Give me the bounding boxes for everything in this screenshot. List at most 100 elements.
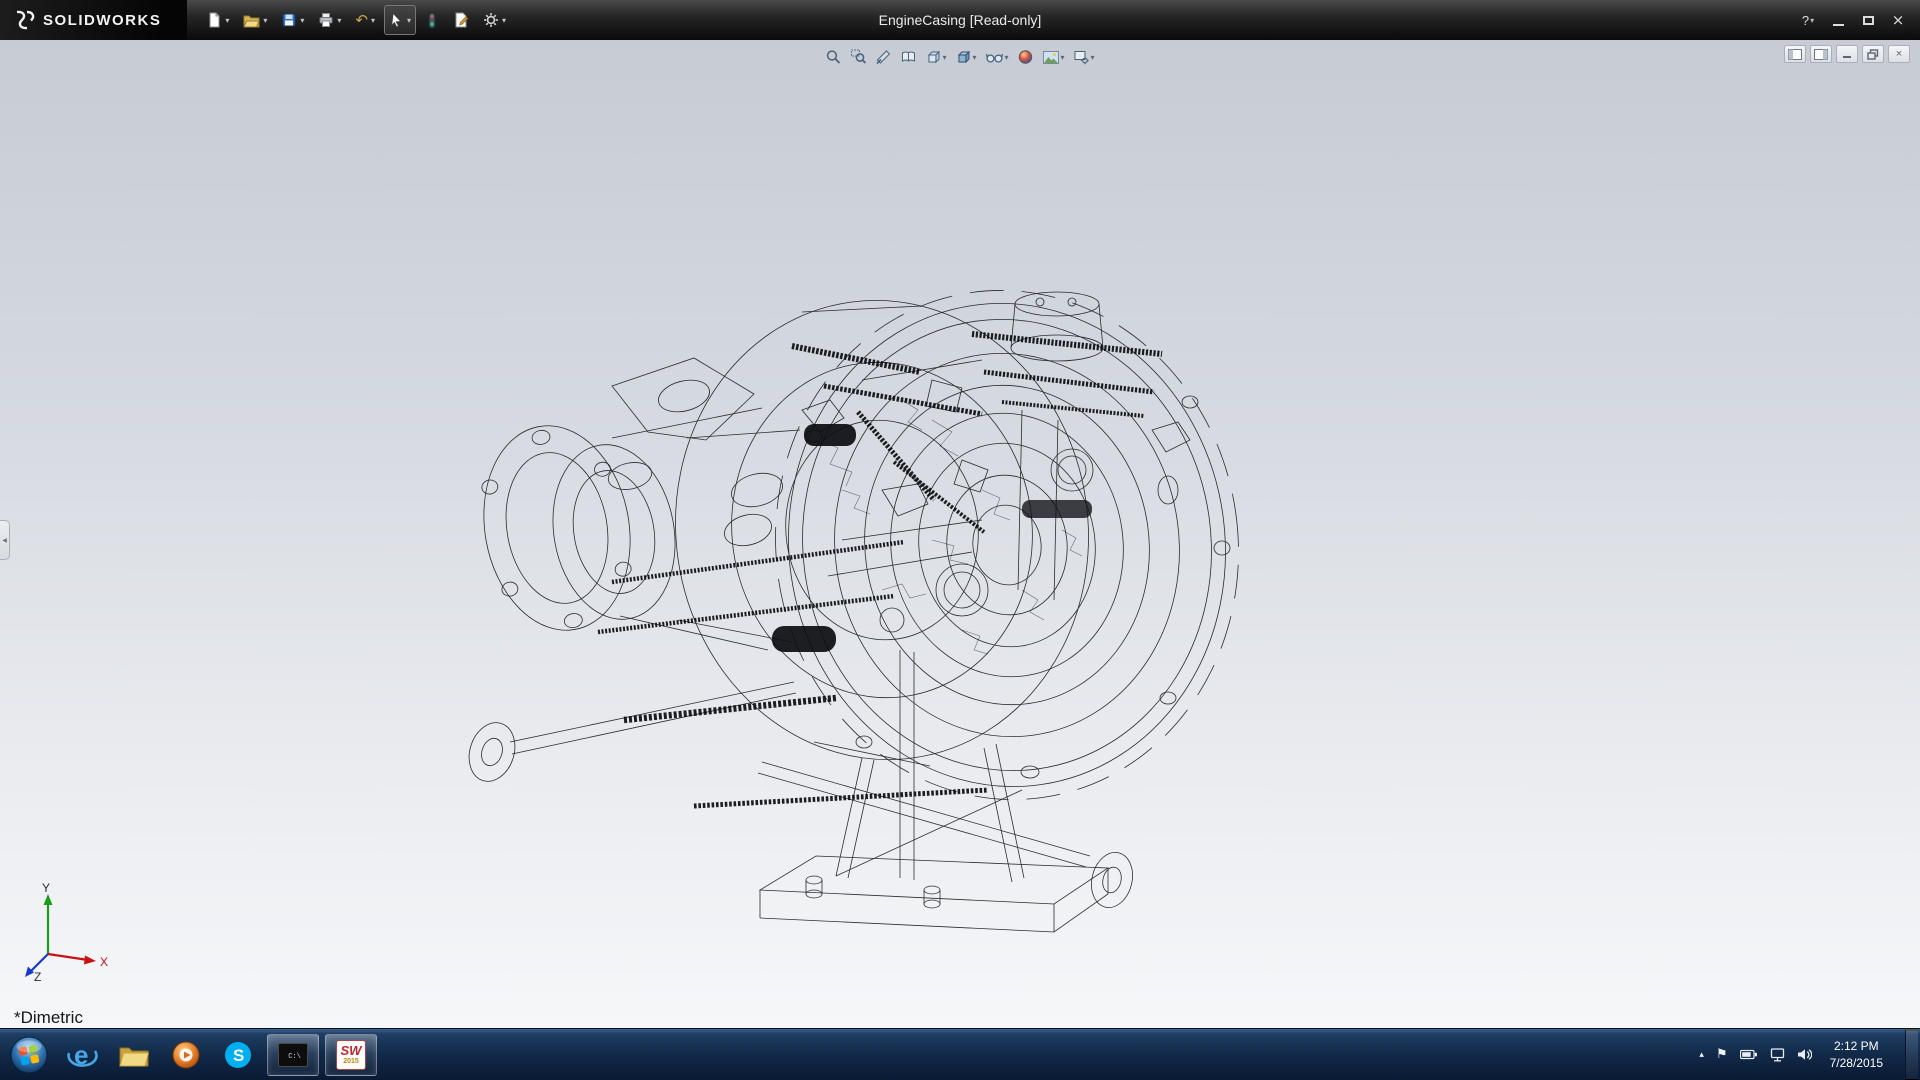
skype-icon: S xyxy=(224,1041,252,1069)
volume-button[interactable] xyxy=(1797,1048,1812,1061)
featuremanager-collapse-tab[interactable]: ◀ xyxy=(0,520,10,560)
heads-up-view-toolbar: ▾ ▾ ▾ xyxy=(822,45,1097,69)
titlebar: SOLIDWORKS ▾ ▾ xyxy=(0,0,1920,40)
zoom-to-area-icon xyxy=(850,49,866,65)
chevron-down-icon[interactable]: ▾ xyxy=(263,16,267,25)
hide-show-items-button[interactable]: ▾ xyxy=(982,45,1011,69)
document-restore-button[interactable] xyxy=(1862,45,1884,63)
document-minimize-icon xyxy=(1841,49,1853,59)
options-button[interactable]: ▾ xyxy=(478,5,511,35)
open-button[interactable]: ▾ xyxy=(238,5,272,35)
left-pane-toggle-button[interactable] xyxy=(1784,45,1806,63)
orientation-triad: Y X Z xyxy=(22,882,122,982)
network-icon xyxy=(1770,1048,1785,1062)
close-icon: × xyxy=(1892,11,1905,29)
power-status-button[interactable] xyxy=(1740,1048,1758,1061)
undo-icon: ↶ xyxy=(355,11,368,29)
close-button[interactable]: × xyxy=(1884,9,1912,31)
file-properties-button[interactable] xyxy=(448,5,474,35)
taskbar-solidworks-button[interactable]: SW 2015 xyxy=(325,1034,377,1076)
section-view-button[interactable] xyxy=(872,45,894,69)
chevron-down-icon[interactable]: ▾ xyxy=(300,16,304,25)
gear-icon xyxy=(483,12,499,28)
display-style-icon xyxy=(955,49,971,65)
start-button[interactable] xyxy=(6,1032,52,1078)
chevron-down-icon[interactable]: ▾ xyxy=(972,53,976,62)
chevron-down-icon[interactable]: ▾ xyxy=(502,16,506,25)
chevron-up-icon: ▴ xyxy=(1699,1050,1704,1060)
windows-taskbar: e xyxy=(0,1028,1920,1080)
chevron-down-icon[interactable]: ▾ xyxy=(407,16,411,25)
view-orientation-button[interactable]: ▾ xyxy=(922,45,949,69)
solidworks-logo: SOLIDWORKS xyxy=(0,0,187,40)
scene-image-icon xyxy=(1043,50,1060,65)
network-status-button[interactable] xyxy=(1770,1048,1785,1062)
taskbar-skype-button[interactable]: S xyxy=(215,1034,261,1076)
new-document-button[interactable]: ▾ xyxy=(201,5,234,35)
maximize-button[interactable] xyxy=(1854,9,1882,31)
triad-y-label: Y xyxy=(42,882,50,895)
speaker-icon xyxy=(1797,1048,1812,1061)
rebuild-icon xyxy=(425,12,439,29)
view-settings-icon xyxy=(1074,49,1090,65)
taskbar-internet-explorer-button[interactable]: e xyxy=(59,1034,105,1076)
rebuild-button[interactable] xyxy=(420,5,444,35)
folder-icon xyxy=(119,1043,149,1067)
document-title: EngineCasing [Read-only] xyxy=(879,12,1042,28)
taskbar-explorer-button[interactable] xyxy=(111,1034,157,1076)
chevron-down-icon[interactable]: ▾ xyxy=(942,53,946,62)
view-orientation-label: *Dimetric xyxy=(14,1008,83,1028)
chevron-down-icon[interactable]: ▾ xyxy=(337,16,341,25)
right-pane-toggle-button[interactable] xyxy=(1810,45,1832,63)
tray-expand-button[interactable]: ▴ xyxy=(1699,1050,1704,1060)
chevron-down-icon[interactable]: ▾ xyxy=(371,16,375,25)
zoom-to-fit-icon xyxy=(825,49,841,65)
document-close-icon: × xyxy=(1896,48,1902,60)
media-player-icon xyxy=(172,1041,200,1069)
document-close-button[interactable]: × xyxy=(1888,45,1910,63)
minimize-icon xyxy=(1833,24,1844,26)
chevron-down-icon[interactable]: ▾ xyxy=(1061,53,1065,62)
document-restore-icon xyxy=(1867,49,1879,60)
chevron-down-icon[interactable]: ▾ xyxy=(225,16,229,25)
svg-text:S: S xyxy=(233,1046,244,1065)
internet-explorer-icon: e xyxy=(66,1040,98,1070)
solidworks-app-icon: SW 2015 xyxy=(336,1040,366,1070)
help-button[interactable]: ? ▾ xyxy=(1794,9,1822,31)
save-button[interactable]: ▾ xyxy=(276,5,309,35)
annotation-views-button[interactable] xyxy=(897,45,919,69)
appearance-ball-icon xyxy=(1018,49,1034,65)
save-icon xyxy=(281,12,297,28)
print-icon xyxy=(318,12,334,28)
document-minimize-button[interactable] xyxy=(1836,45,1858,63)
select-button[interactable]: ▾ xyxy=(384,5,416,35)
new-document-icon xyxy=(206,12,222,28)
show-desktop-button[interactable] xyxy=(1905,1029,1918,1080)
taskbar-media-player-button[interactable] xyxy=(163,1034,209,1076)
system-tray: ▴ ⚑ xyxy=(1699,1029,1920,1080)
graphics-area[interactable]: ▾ ▾ ▾ xyxy=(0,40,1920,1028)
hide-show-glasses-icon xyxy=(985,50,1003,64)
zoom-to-fit-button[interactable] xyxy=(822,45,844,69)
window-controls: ? ▾ × xyxy=(1794,9,1920,31)
menu-toolbar: ▾ ▾ ▾ xyxy=(201,5,511,35)
action-center-button[interactable]: ⚑ xyxy=(1716,1047,1728,1062)
zoom-to-area-button[interactable] xyxy=(847,45,869,69)
restore-icon xyxy=(1863,16,1874,25)
minimize-button[interactable] xyxy=(1824,9,1852,31)
taskbar-command-prompt-button[interactable]: C:\ xyxy=(267,1034,319,1076)
clock[interactable]: 2:12 PM 7/28/2015 xyxy=(1824,1038,1889,1070)
dassault-logo-icon xyxy=(10,10,36,30)
view-settings-button[interactable]: ▾ xyxy=(1071,45,1098,69)
triad-z-label: Z xyxy=(34,970,41,982)
chevron-down-icon[interactable]: ▾ xyxy=(1091,53,1095,62)
undo-button[interactable]: ↶ ▾ xyxy=(350,5,380,35)
print-button[interactable]: ▾ xyxy=(313,5,346,35)
open-folder-icon xyxy=(243,13,260,28)
clock-time: 2:12 PM xyxy=(1830,1038,1883,1054)
display-style-button[interactable]: ▾ xyxy=(952,45,979,69)
left-pane-icon xyxy=(1788,49,1802,60)
apply-scene-button[interactable]: ▾ xyxy=(1040,45,1068,69)
edit-appearance-button[interactable] xyxy=(1015,45,1037,69)
chevron-down-icon[interactable]: ▾ xyxy=(1004,53,1008,62)
